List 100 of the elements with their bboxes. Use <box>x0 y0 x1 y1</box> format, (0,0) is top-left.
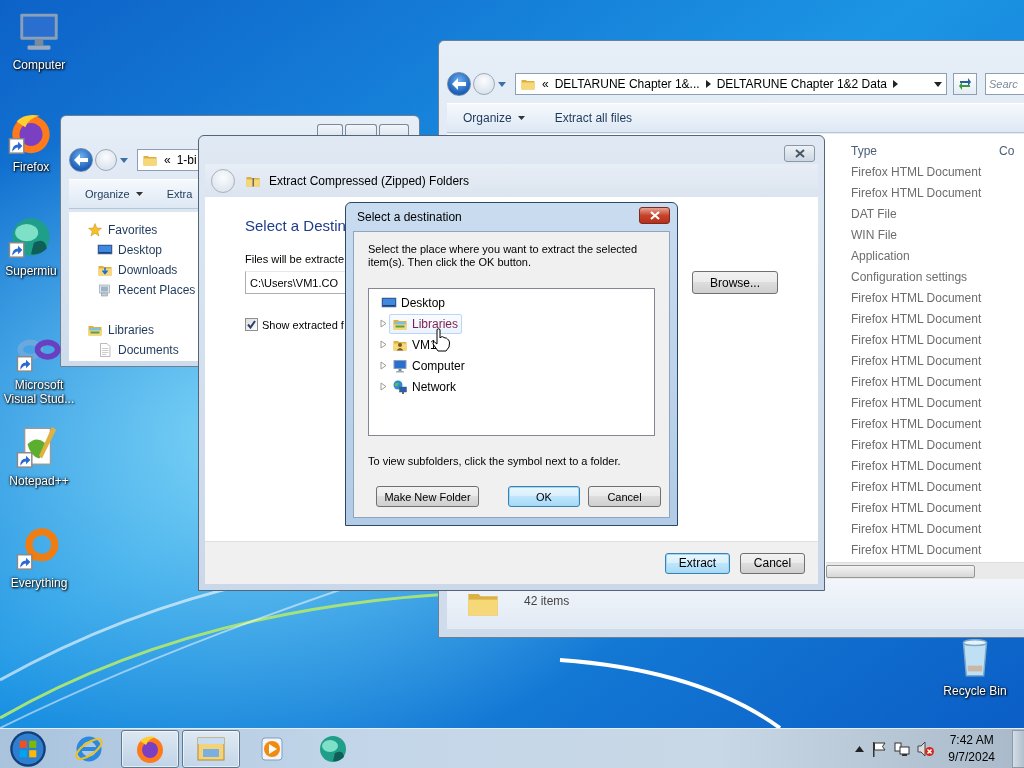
instruction-heading: Select a Destin <box>245 217 346 235</box>
checkbox-label: Show extracted f <box>262 318 344 331</box>
sidebar-item[interactable]: Documents <box>87 340 179 360</box>
dialog-button[interactable]: Cancel <box>740 552 805 574</box>
refresh-icon <box>958 77 972 91</box>
dialog-button[interactable]: OK <box>508 486 580 507</box>
table-cell-text: Firefox HTML Document <box>851 479 983 494</box>
close-icon <box>794 149 805 158</box>
toolbar-button[interactable]: Organize <box>83 184 145 204</box>
close-icon <box>649 210 660 220</box>
breadcrumb[interactable]: DELTARUNE Chapter 1&2 Data <box>716 77 887 91</box>
document-icon <box>97 342 113 358</box>
folder-tree[interactable]: Desktop Libraries VM1 Computer Network <box>368 288 655 436</box>
breadcrumb-overflow[interactable]: « <box>164 153 171 167</box>
monitor-icon <box>392 357 408 374</box>
arrow-icon <box>452 78 466 90</box>
expand-arrow-icon[interactable] <box>380 361 387 370</box>
table-cell-text: Firefox HTML Document <box>851 500 983 515</box>
desktop-shortcut[interactable]: Recycle Bin <box>936 634 1014 698</box>
show-hidden-icons-button[interactable] <box>855 745 865 752</box>
desktop-shortcut[interactable]: Firefox <box>2 110 60 174</box>
network-icon <box>894 740 911 757</box>
monitor-icon <box>97 242 113 258</box>
table-cell-text: Firefox HTML Document <box>851 164 983 179</box>
maximize-button[interactable] <box>345 124 377 135</box>
back-button[interactable] <box>447 72 471 96</box>
scrollbar-thumb[interactable] <box>826 564 975 578</box>
item-count: 42 items <box>524 593 570 608</box>
caret-icon <box>934 81 942 87</box>
checkbox[interactable] <box>245 318 258 331</box>
expand-arrow-icon[interactable] <box>380 319 387 328</box>
speaker-muted-icon <box>917 740 936 757</box>
dialog-button[interactable]: Extract <box>665 552 730 574</box>
table-cell-text: Firefox HTML Document <box>851 416 983 431</box>
toolbar-button[interactable]: Extract all files <box>552 107 635 129</box>
taskbar-button[interactable] <box>121 729 179 768</box>
address-bar[interactable]: « DELTARUNE Chapter 1&... DELTARUNE Chapter 1&2 Data <box>515 73 947 95</box>
table-cell-text: Firefox HTML Document <box>851 521 983 536</box>
table-cell-text: Firefox HTML Document <box>851 332 983 347</box>
table-cell-text: Firefox HTML Document <box>851 374 983 389</box>
toolbar-button[interactable]: Extra <box>164 184 195 204</box>
field-label: Files will be extracte <box>245 253 345 265</box>
dialog-title: Select a destination <box>357 210 462 224</box>
tree-item[interactable]: Libraries <box>389 313 463 334</box>
close-button[interactable] <box>639 206 670 224</box>
clock[interactable]: 7:42 AM 9/7/2024 <box>948 731 995 766</box>
dialog-button[interactable]: Cancel <box>588 486 661 507</box>
table-cell-text: Firefox HTML Document <box>851 290 983 305</box>
minimize-button[interactable] <box>317 124 343 135</box>
path-field[interactable]: C:\Users\VM1.CO <box>245 271 345 294</box>
browse-button[interactable]: Browse... <box>692 271 778 294</box>
caret-icon <box>517 116 525 120</box>
column-header[interactable]: Co <box>999 139 1024 162</box>
instruction-text: Select the place where you want to extract the selected item(s). Then click the OK button. <box>368 243 639 269</box>
tree-item[interactable]: Computer <box>389 355 469 376</box>
caret-icon <box>120 157 128 163</box>
refresh-button[interactable] <box>953 73 977 95</box>
close-button[interactable] <box>784 145 815 162</box>
chevron-icon <box>892 80 898 88</box>
dialog-button[interactable]: Make New Folder <box>376 486 479 507</box>
expand-arrow-icon[interactable] <box>380 382 387 391</box>
show-desktop-button[interactable] <box>1012 729 1024 768</box>
network-icon <box>392 378 408 395</box>
table-cell-text: Firefox HTML Document <box>851 185 983 200</box>
monitor-icon <box>381 294 397 311</box>
sidebar-item[interactable]: Recent Places <box>87 280 196 300</box>
tree-item[interactable]: Network <box>389 376 460 397</box>
table-cell-text: Firefox HTML Document <box>851 311 983 326</box>
horizontal-scrollbar[interactable] <box>826 562 1024 579</box>
table-cell-text: Application <box>851 248 911 263</box>
sidebar-item[interactable]: Libraries <box>87 320 155 340</box>
caret-icon <box>135 192 143 196</box>
table-cell-text: Firefox HTML Document <box>851 542 983 557</box>
back-button[interactable] <box>69 148 93 172</box>
orb-icon <box>9 729 47 768</box>
toolbar-button[interactable]: Organize <box>461 107 527 129</box>
caret-icon <box>498 81 506 87</box>
check-icon <box>247 320 256 329</box>
dialog-title: Extract Compressed (Zipped) Folders <box>269 173 470 188</box>
screen-stack-icon <box>97 282 113 298</box>
tree-item[interactable]: Desktop <box>378 292 450 313</box>
breadcrumb[interactable]: DELTARUNE Chapter 1&... <box>554 77 700 91</box>
search-field[interactable]: Searc <box>985 73 1024 95</box>
sidebar-item[interactable]: Favorites <box>87 220 158 240</box>
table-cell-text: DAT File <box>851 206 898 221</box>
column-header[interactable]: Type <box>851 139 999 162</box>
sidebar-item[interactable]: Downloads <box>87 260 178 280</box>
table-cell-text: Firefox HTML Document <box>851 437 983 452</box>
breadcrumb-overflow[interactable]: « <box>542 77 549 91</box>
table-cell-text: Configuration settings <box>851 269 969 284</box>
star-icon <box>87 222 103 238</box>
breadcrumb[interactable]: 1-bi <box>176 153 197 167</box>
expand-arrow-icon[interactable] <box>380 340 387 349</box>
flag-icon <box>871 740 888 757</box>
caret-icon <box>855 745 865 752</box>
table-cell-text: WIN File <box>851 227 898 242</box>
desktop-shortcut[interactable]: Computer <box>2 8 76 72</box>
arrow-icon <box>74 154 88 166</box>
sidebar-item[interactable]: Desktop <box>87 240 163 260</box>
taskbar-button[interactable] <box>182 729 240 768</box>
